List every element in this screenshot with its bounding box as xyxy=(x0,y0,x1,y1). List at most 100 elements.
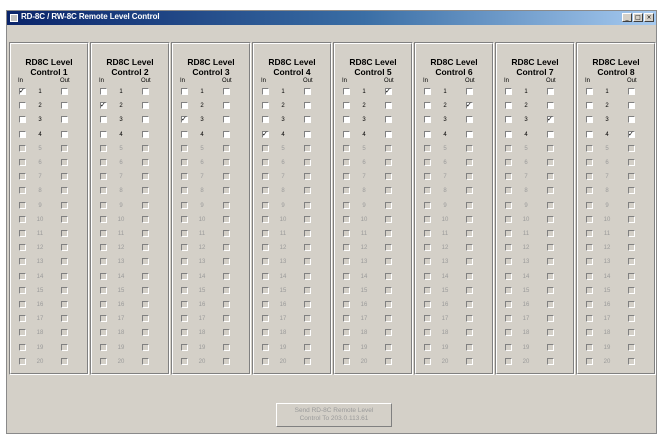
level-row: 10 xyxy=(496,215,574,226)
out-checkbox[interactable] xyxy=(385,102,392,110)
out-checkbox[interactable] xyxy=(61,116,68,124)
in-checkbox[interactable] xyxy=(343,116,350,124)
in-checkbox[interactable] xyxy=(505,102,512,110)
in-checkbox[interactable] xyxy=(100,100,107,110)
out-checkbox[interactable] xyxy=(142,116,149,124)
out-checkbox[interactable] xyxy=(142,102,149,110)
out-checkbox xyxy=(385,173,392,181)
out-checkbox[interactable] xyxy=(61,130,68,138)
close-button[interactable]: × xyxy=(644,13,654,22)
in-checkbox xyxy=(505,272,512,280)
level-row: 15 xyxy=(91,286,169,297)
in-checkbox[interactable] xyxy=(262,102,269,110)
out-checkbox[interactable] xyxy=(304,130,311,138)
out-checkbox[interactable] xyxy=(61,102,68,110)
level-number: 13 xyxy=(117,259,125,266)
out-checkbox[interactable] xyxy=(466,100,473,110)
level-row: 8 xyxy=(172,186,250,197)
level-control-panel-3: RD8C LevelControl 3InOut1234567891011121… xyxy=(171,42,251,375)
out-checkbox[interactable] xyxy=(385,86,392,96)
in-checkbox xyxy=(262,286,269,294)
in-checkbox[interactable] xyxy=(181,88,188,95)
out-checkbox[interactable] xyxy=(304,116,311,124)
in-checkbox[interactable] xyxy=(586,130,593,138)
in-column-label: In xyxy=(99,78,105,84)
level-number: 15 xyxy=(360,287,368,294)
out-checkbox[interactable] xyxy=(628,116,635,124)
in-checkbox[interactable] xyxy=(424,102,431,110)
out-checkbox[interactable] xyxy=(385,130,392,138)
in-checkbox xyxy=(181,357,188,365)
out-checkbox[interactable] xyxy=(61,88,68,95)
in-checkbox[interactable] xyxy=(424,88,431,95)
out-checkbox xyxy=(547,173,554,181)
out-checkbox[interactable] xyxy=(223,88,230,95)
in-checkbox xyxy=(19,173,26,181)
in-checkbox[interactable] xyxy=(262,88,269,95)
level-number: 20 xyxy=(522,358,530,365)
out-checkbox[interactable] xyxy=(547,130,554,138)
title-bar[interactable]: RD-8C / RW-8C Remote Level Control _ □ × xyxy=(7,11,656,25)
level-row: 17 xyxy=(496,314,574,325)
out-checkbox[interactable] xyxy=(223,130,230,138)
level-number: 13 xyxy=(279,259,287,266)
in-checkbox[interactable] xyxy=(181,102,188,110)
in-checkbox[interactable] xyxy=(343,88,350,95)
in-checkbox[interactable] xyxy=(19,116,26,124)
in-checkbox[interactable] xyxy=(19,130,26,138)
out-checkbox[interactable] xyxy=(466,130,473,138)
out-checkbox[interactable] xyxy=(628,102,635,110)
in-checkbox xyxy=(424,286,431,294)
level-row: 14 xyxy=(334,272,412,283)
level-row: 17 xyxy=(577,314,655,325)
out-checkbox[interactable] xyxy=(142,88,149,95)
in-checkbox[interactable] xyxy=(424,130,431,138)
in-checkbox[interactable] xyxy=(586,88,593,95)
out-checkbox[interactable] xyxy=(223,102,230,110)
in-checkbox xyxy=(19,286,26,294)
in-checkbox[interactable] xyxy=(19,86,26,96)
level-row: 6 xyxy=(577,158,655,169)
in-checkbox[interactable] xyxy=(262,129,269,139)
out-checkbox[interactable] xyxy=(547,102,554,110)
out-checkbox[interactable] xyxy=(466,116,473,124)
in-checkbox[interactable] xyxy=(505,130,512,138)
out-checkbox[interactable] xyxy=(466,88,473,95)
out-checkbox[interactable] xyxy=(385,116,392,124)
in-checkbox[interactable] xyxy=(262,116,269,124)
in-checkbox[interactable] xyxy=(586,116,593,124)
in-checkbox xyxy=(586,343,593,351)
out-checkbox[interactable] xyxy=(304,102,311,110)
in-checkbox[interactable] xyxy=(100,130,107,138)
maximize-button[interactable]: □ xyxy=(633,13,643,22)
level-number: 6 xyxy=(524,160,528,166)
in-checkbox[interactable] xyxy=(586,102,593,110)
in-checkbox[interactable] xyxy=(505,88,512,95)
in-checkbox[interactable] xyxy=(343,130,350,138)
out-checkbox[interactable] xyxy=(547,88,554,95)
in-checkbox[interactable] xyxy=(100,88,107,95)
in-checkbox[interactable] xyxy=(181,130,188,138)
out-checkbox[interactable] xyxy=(628,129,635,139)
level-number: 11 xyxy=(117,231,125,237)
in-checkbox[interactable] xyxy=(181,114,188,124)
minimize-button[interactable]: _ xyxy=(622,13,632,22)
level-row: 3 xyxy=(253,115,331,126)
out-checkbox[interactable] xyxy=(628,88,635,95)
in-checkbox[interactable] xyxy=(100,116,107,124)
in-checkbox[interactable] xyxy=(343,102,350,110)
out-checkbox[interactable] xyxy=(304,88,311,95)
send-button[interactable]: Send RD-8C Remote Level Control To 203.0… xyxy=(276,403,392,427)
in-checkbox[interactable] xyxy=(19,102,26,110)
in-checkbox[interactable] xyxy=(505,116,512,124)
level-control-panel-8: RD8C LevelControl 8InOut1234567891011121… xyxy=(576,42,656,375)
in-checkbox xyxy=(505,215,512,223)
out-checkbox[interactable] xyxy=(223,116,230,124)
level-number: 17 xyxy=(279,316,287,323)
level-row: 18 xyxy=(10,328,88,339)
out-checkbox[interactable] xyxy=(547,114,554,124)
level-row: 13 xyxy=(334,257,412,268)
out-checkbox[interactable] xyxy=(142,130,149,138)
level-row: 9 xyxy=(172,201,250,212)
in-checkbox[interactable] xyxy=(424,116,431,124)
